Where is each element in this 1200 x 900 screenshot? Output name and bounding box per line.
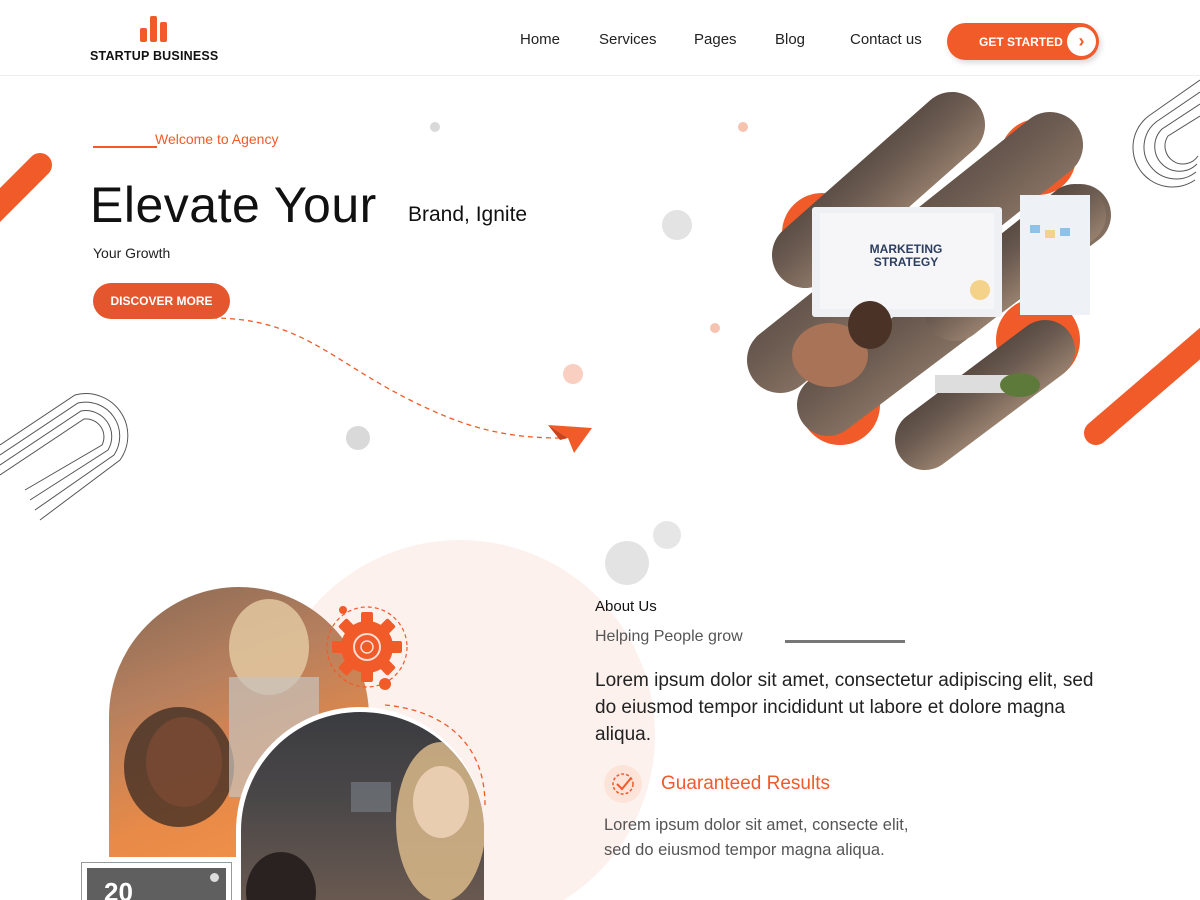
feature-text: Lorem ipsum dolor sit amet, consecte eli… [604, 816, 909, 859]
discover-more-button[interactable]: DISCOVER MORE [93, 283, 230, 319]
orange-bar-left [0, 153, 52, 222]
about-label: About Us [595, 598, 657, 615]
site-header: STARTUP BUSINESS Home Services Pages Blo… [0, 0, 1200, 76]
dot [605, 541, 649, 585]
about-paragraph: Lorem ipsum dolor sit amet, consectetur … [595, 670, 1094, 745]
hero-image-text-1: MARKETING [870, 242, 943, 256]
counter-dot [210, 873, 219, 882]
dot [430, 122, 440, 132]
hero-title: Elevate Your [90, 177, 377, 233]
hero-image-text-2: STRATEGY [874, 255, 938, 269]
hero-title-secondary: Brand, Ignite [408, 203, 528, 226]
logo-text: STARTUP BUSINESS [90, 49, 219, 63]
nav-pages[interactable]: Pages [694, 31, 737, 48]
nav-services[interactable]: Services [599, 31, 657, 48]
about-heading: Helping People grow [595, 628, 743, 645]
get-started-label: GET STARTED [979, 35, 1063, 49]
concentric-arcs-left [0, 393, 129, 521]
dashed-path [211, 317, 561, 439]
nav-blog[interactable]: Blog [775, 31, 805, 48]
dot [653, 521, 681, 549]
concentric-arcs-right [1132, 79, 1200, 188]
dot [346, 426, 370, 450]
logo[interactable]: STARTUP BUSINESS [90, 14, 230, 66]
gear-icon [326, 606, 408, 690]
logo-bars-icon [140, 14, 170, 42]
get-started-button[interactable]: GET STARTED › [947, 23, 1099, 60]
about-heading-line [785, 640, 905, 643]
paper-plane-icon [548, 425, 592, 453]
dot [710, 323, 720, 333]
chevron-right-icon: › [1067, 27, 1096, 56]
dashed-arc [384, 704, 486, 806]
feature-title: Guaranteed Results [661, 773, 830, 794]
welcome-text: Welcome to Agency [155, 131, 279, 147]
nav-contact[interactable]: Contact us [850, 31, 922, 48]
dot [563, 364, 583, 384]
counter-value: 20 [104, 877, 133, 900]
dot [662, 210, 692, 240]
checkmark-icon [604, 765, 642, 803]
hero-image-collage: MARKETING STRATEGY [747, 92, 1111, 470]
hero-subtitle: Your Growth [93, 245, 171, 261]
welcome-underline [93, 146, 157, 148]
nav-home[interactable]: Home [520, 31, 560, 48]
